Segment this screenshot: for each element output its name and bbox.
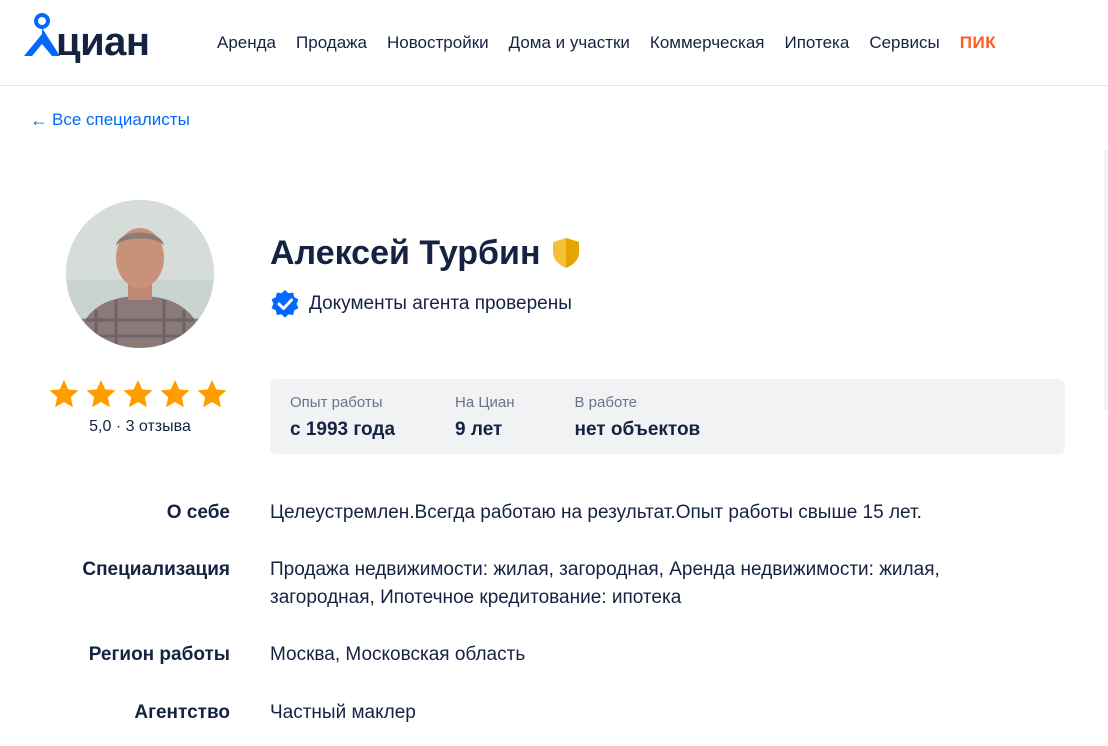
stat-label: В работе (574, 394, 638, 411)
verified-text: Документы агента проверены (309, 293, 572, 314)
verified-check-icon (271, 290, 299, 318)
agent-name-text: Алексей Турбин (270, 234, 541, 272)
star-icon (123, 380, 153, 408)
shield-badge-icon[interactable] (551, 237, 581, 269)
avatar (66, 200, 214, 348)
stat-value: 9 лет (455, 419, 503, 440)
location-pin-icon (24, 13, 60, 56)
logo-text: циан (56, 20, 150, 64)
info-value: Продажа недвижимости: жилая, загородная,… (270, 559, 940, 608)
nav-item-commercial[interactable]: Коммерческая (650, 32, 765, 54)
nav-item-mortgage[interactable]: Ипотека (784, 32, 849, 54)
info-value: Москва, Московская область (270, 644, 526, 665)
cian-logo[interactable]: циан (20, 10, 150, 62)
info-value: Целеустремлен.Всегда работаю на результа… (270, 502, 922, 523)
site-header: циан Аренда Продажа Новостройки Дома и у… (0, 0, 1108, 86)
nav-item-sale[interactable]: Продажа (296, 32, 367, 54)
side-panel-edge (1104, 150, 1108, 410)
info-value: Частный маклер (270, 702, 416, 723)
rating-stars (48, 378, 228, 410)
stats-panel: Опыт работы с 1993 года На Циан 9 лет В … (270, 379, 1065, 454)
agent-name: Алексей Турбин (270, 232, 581, 274)
info-label: Специализация (82, 559, 230, 580)
nav-item-new-buildings[interactable]: Новостройки (387, 32, 489, 54)
nav-item-houses[interactable]: Дома и участки (509, 32, 630, 54)
stat-value: нет объектов (574, 419, 701, 440)
arrow-left-icon: ← (30, 110, 48, 130)
nav-item-services[interactable]: Сервисы (869, 32, 939, 54)
star-icon (160, 380, 190, 408)
stat-value: с 1993 года (290, 419, 396, 440)
stat-label: На Циан (455, 394, 515, 411)
stat-experience: Опыт работы с 1993 года (290, 394, 396, 440)
info-label: Регион работы (88, 644, 230, 665)
info-label: О себе (166, 502, 230, 523)
nav-item-rent[interactable]: Аренда (217, 32, 276, 54)
stat-on-cian: На Циан 9 лет (455, 394, 515, 440)
star-icon (197, 380, 227, 408)
back-link-label: Все специалисты (52, 110, 190, 129)
stat-in-work: В работе нет объектов (574, 394, 701, 440)
rating-summary-link[interactable]: 5,0 · 3 отзыва (48, 418, 232, 436)
star-icon (49, 380, 79, 408)
nav-item-pik[interactable]: ПИК (960, 32, 996, 54)
star-icon (86, 380, 116, 408)
main-nav: Аренда Продажа Новостройки Дома и участк… (217, 32, 1016, 54)
info-label: Агентство (134, 702, 230, 723)
documents-verified: Документы агента проверены (270, 289, 572, 319)
stat-label: Опыт работы (290, 394, 383, 411)
back-to-specialists-link[interactable]: ← Все специалисты (30, 109, 190, 131)
